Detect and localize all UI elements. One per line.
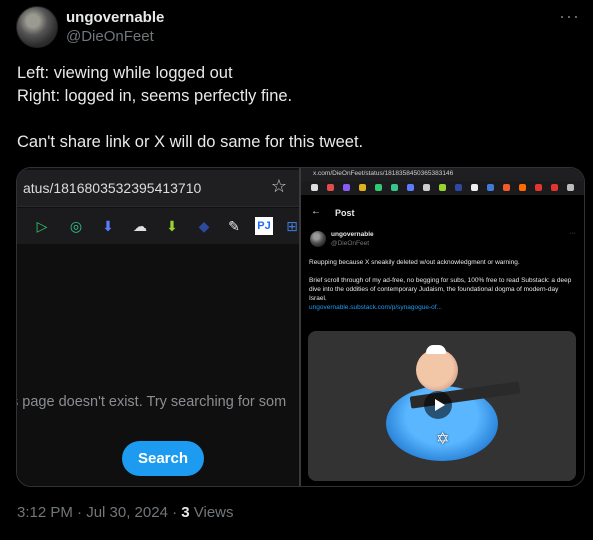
extension-icon: PJ [255,217,273,235]
browser-url-bar: x.com/DieOnFeet/status/18183584503653831… [301,168,584,181]
extension-icon [343,184,350,191]
extension-icon [375,184,382,191]
post-gap [309,267,577,276]
tweet-text: Left: viewing while logged out Right: lo… [17,62,577,154]
display-name[interactable]: ungovernable [66,9,164,26]
attached-image[interactable]: atus/1816803532395413710 ☆ ▷ ◎ ⬇ ☁ ⬇ ◆ ✎… [16,167,585,487]
user-handle[interactable]: @DieOnFeet [66,28,154,45]
extension-icon [327,184,334,191]
extension-icon [311,184,318,191]
timestamp[interactable]: 3:12 PM · Jul 30, 2024 · [17,504,181,521]
extension-icon: ☁ [133,218,147,234]
extension-icon [503,184,510,191]
url-text: atus/1816803532395413710 [23,180,202,196]
search-button: Search [122,441,204,476]
post-text-1: Reupping because X sneakily deleted w/ou… [309,259,520,266]
extension-icon [407,184,414,191]
extension-icon [519,184,526,191]
extension-icon [391,184,398,191]
display-name: ungovernable [331,231,374,238]
post-link: ungovernable.substack.com/p/synagogue-of… [309,304,442,311]
extension-icon: ◎ [69,218,83,234]
baby-figure [416,349,458,391]
extension-icon: ◆ [198,218,210,234]
user-handle: @DieOnFeet [331,240,370,247]
star-of-david-icon: ✡ [436,431,450,448]
extension-icon: ✎ [228,218,240,234]
tweet-header: ungovernable @DieOnFeet ··· [16,6,584,50]
play-icon [424,391,452,419]
extension-icon [535,184,542,191]
right-screenshot: x.com/DieOnFeet/status/18183584503653831… [301,168,584,486]
post-text-2: Brief scroll through of my ad-free, no b… [309,277,572,302]
extension-icon [471,184,478,191]
browser-url-bar: atus/1816803532395413710 ☆ [17,170,299,207]
extension-icon: ⬇ [102,218,114,234]
more-options-icon: ··· [569,230,576,237]
extension-icon [551,184,558,191]
tweet-line-1: Left: viewing while logged out [17,64,233,82]
extensions-toolbar [301,181,584,195]
tweet-line-2: Right: logged in, seems perfectly fine. [17,87,293,105]
post-body: Reupping because X sneakily deleted w/ou… [309,258,577,312]
avatar [310,231,326,247]
tweet-line-4: Can't share link or X will do same for t… [17,133,364,151]
extension-icon [359,184,366,191]
extension-icon [567,184,574,191]
extension-icon [487,184,494,191]
views-label: Views [189,504,234,521]
extension-icon [439,184,446,191]
tweet-line-gap [17,108,577,131]
left-screenshot: atus/1816803532395413710 ☆ ▷ ◎ ⬇ ☁ ⬇ ◆ ✎… [17,168,299,486]
embedded-video: ✡ [308,331,576,481]
back-arrow-icon: ← [311,206,321,217]
extension-icon: ⬇ [166,218,178,234]
url-text: x.com/DieOnFeet/status/18183584503653831… [313,170,454,177]
extension-icon [455,184,462,191]
extensions-toolbar: ▷ ◎ ⬇ ☁ ⬇ ◆ ✎ PJ ⊞ [17,208,299,244]
extension-icon [423,184,430,191]
not-found-message: s page doesn't exist. Try searching for … [16,394,287,410]
avatar[interactable] [16,6,58,48]
kippah [426,345,446,354]
more-options-icon[interactable]: ··· [559,6,580,27]
bookmark-star-icon: ☆ [270,176,287,196]
views-count: 3 [181,504,190,521]
post-heading: Post [335,208,355,218]
extension-icon: ▷ [36,218,48,234]
tweet-metadata: 3:12 PM · Jul 30, 2024 · 3 Views [17,504,234,521]
